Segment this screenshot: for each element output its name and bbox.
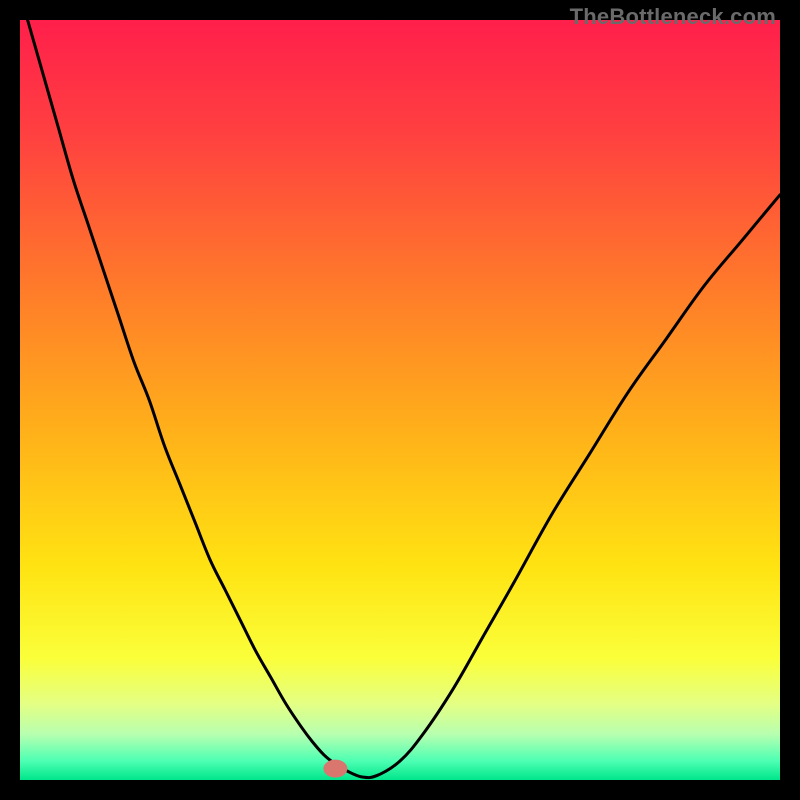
chart-svg [20,20,780,780]
gradient-background [20,20,780,780]
watermark-text: TheBottleneck.com [570,4,776,30]
chart-frame [20,20,780,780]
optimal-marker [323,760,347,778]
